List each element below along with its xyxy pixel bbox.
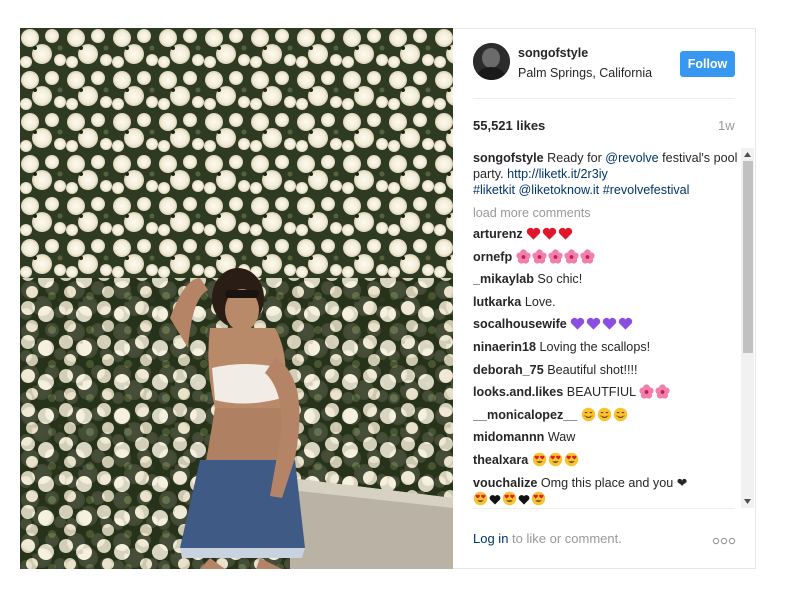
mention-link[interactable]: @revolve [605, 151, 658, 165]
mention-link[interactable]: @liketoknow.it [519, 183, 600, 197]
scroll-up-arrow-icon[interactable] [741, 148, 754, 161]
post-photo[interactable] [20, 28, 453, 569]
purple-heart-icon [602, 317, 618, 331]
divider [473, 508, 735, 509]
scroll-down-arrow-icon[interactable] [741, 495, 754, 508]
location-link[interactable]: Palm Springs, California [518, 66, 652, 80]
hibiscus-icon [532, 248, 548, 264]
purple-heart-icon [570, 317, 586, 331]
comment-text: Beautiful shot!!!! [547, 362, 638, 377]
comment-username[interactable]: midomannn [473, 430, 544, 444]
smiling-face-icon [597, 407, 613, 422]
username-link[interactable]: songofstyle [518, 46, 588, 60]
url-link[interactable]: http://liketk.it/2r3iy [507, 167, 608, 181]
purple-heart-icon [618, 317, 634, 331]
post-header: songofstyle Palm Springs, California Fol… [473, 43, 735, 83]
comment-row: _mikaylab So chic! [473, 271, 743, 287]
red-heart-icon [558, 227, 574, 241]
comment-username[interactable]: socalhousewife [473, 317, 567, 331]
comment-text: Loving the scallops! [539, 339, 651, 354]
post-caption: songofstyle Ready for @revolve festival'… [473, 150, 743, 198]
comment-text: Love. [524, 294, 556, 309]
comment-row: thealxara [473, 452, 743, 468]
caption-text: Ready for [543, 151, 606, 165]
purple-heart-icon [586, 317, 602, 331]
comment-row: __monicalopez__ [473, 407, 743, 423]
login-link[interactable]: Log in [473, 531, 508, 546]
hibiscus-icon [548, 248, 564, 264]
more-options-icon[interactable] [712, 533, 736, 545]
heart-eyes-icon [564, 452, 580, 467]
smiling-face-icon [581, 407, 597, 422]
comment-row: socalhousewife [473, 316, 743, 332]
comment-row: arturenz [473, 226, 743, 242]
comment-username[interactable]: lutkarka [473, 295, 521, 309]
login-prompt: Log in to like or comment. [473, 531, 622, 546]
comment-username[interactable]: looks.and.likes [473, 385, 563, 399]
comment-username[interactable]: ornefp [473, 250, 512, 264]
comment-row: deborah_75 Beautiful shot!!!! [473, 362, 743, 378]
scrollbar-thumb[interactable] [743, 161, 753, 353]
comments-list: songofstyle Ready for @revolve festival'… [473, 150, 743, 506]
black-heart-icon [518, 492, 531, 506]
caption-username[interactable]: songofstyle [473, 151, 544, 165]
heart-eyes-icon [532, 452, 548, 467]
comment-text: BEAUTFIUL [566, 385, 636, 400]
comment-username[interactable]: vouchalize [473, 476, 537, 490]
comment-username[interactable]: ninaerin18 [473, 340, 536, 354]
post-timestamp[interactable]: 1w [718, 118, 735, 133]
comment-username[interactable]: _mikaylab [473, 272, 534, 286]
comment-row: ornefp [473, 248, 743, 265]
comment-username[interactable]: arturenz [473, 227, 523, 241]
login-prompt-text: to like or comment. [508, 531, 622, 546]
likes-count[interactable]: 55,521 likes [473, 118, 545, 133]
comment-username[interactable]: deborah_75 [473, 363, 544, 377]
hibiscus-icon [564, 248, 580, 264]
black-heart-icon [489, 492, 502, 506]
hibiscus-icon [655, 384, 671, 399]
red-heart-icon [526, 227, 542, 241]
comment-username[interactable]: __monicalopez__ [473, 408, 577, 422]
comment-text: So chic! [537, 272, 583, 287]
hashtag-link[interactable]: #revolvefestival [603, 183, 690, 197]
hibiscus-icon [516, 248, 532, 264]
comment-rows: arturenz ornefp _mikaylab So chic! lutkar… [473, 226, 743, 506]
heart-eyes-icon [473, 491, 489, 506]
comment-row: ninaerin18 Loving the scallops! [473, 339, 743, 355]
follow-button[interactable]: Follow [680, 51, 735, 77]
comment-username[interactable]: thealxara [473, 453, 528, 467]
hibiscus-icon [580, 248, 596, 264]
smiling-face-icon [613, 407, 629, 422]
heart-eyes-icon [502, 491, 518, 506]
load-more-comments-link[interactable]: load more comments [473, 204, 743, 222]
avatar[interactable] [473, 43, 510, 80]
hibiscus-icon [639, 384, 655, 399]
comment-row: lutkarka Love. [473, 294, 743, 310]
heart-eyes-icon [548, 452, 564, 467]
comment-row: midomannn Waw [473, 429, 743, 445]
hashtag-link[interactable]: #liketkit [473, 183, 515, 197]
heart-eyes-icon [531, 491, 547, 506]
divider [473, 98, 735, 99]
comment-row: looks.and.likes BEAUTFIUL [473, 384, 743, 400]
post-sidebar: songofstyle Palm Springs, California Fol… [454, 28, 755, 569]
comment-text: Waw [547, 430, 576, 445]
comment-row: vouchalize Omg this place and you ❤ [473, 475, 743, 506]
red-heart-icon [542, 227, 558, 241]
comment-text: Omg this place and you ❤ [540, 475, 688, 490]
